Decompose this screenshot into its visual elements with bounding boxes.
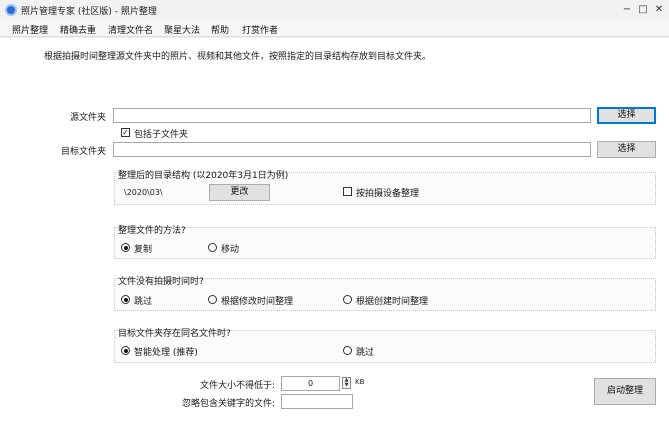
target-folder-input[interactable] (113, 142, 591, 157)
duplicate-heading: 目标文件夹存在同名文件时? (118, 329, 231, 339)
no-time-skip-label: 跳过 (134, 297, 153, 307)
min-size-value: 0 (307, 379, 314, 388)
duplicate-smart-label: 智能处理 (推荐) (134, 348, 198, 358)
no-time-modified-radio[interactable] (208, 295, 217, 304)
menu-item-photo-organize[interactable]: 照片整理 (12, 23, 48, 36)
min-size-stepper[interactable]: ▲ ▼ (342, 377, 351, 389)
change-structure-button[interactable]: 更改 (209, 184, 270, 201)
close-icon[interactable]: ✕ (652, 3, 666, 16)
no-time-skip-radio[interactable] (121, 295, 130, 304)
app-icon (5, 4, 17, 16)
include-subfolders-label: 包括子文件夹 (134, 130, 189, 140)
duplicate-skip-radio[interactable] (343, 346, 352, 355)
source-folder-label: 源文件夹 (69, 113, 106, 123)
start-organize-button[interactable]: 启动整理 (594, 378, 656, 405)
menu-item-donate[interactable]: 打赏作者 (242, 23, 278, 36)
source-browse-button[interactable]: 选择 (597, 107, 656, 124)
menu-item-exact-dedupe[interactable]: 精确去重 (60, 23, 96, 36)
structure-example: \2020\03\ (124, 188, 163, 197)
menu-item-help[interactable]: 帮助 (211, 23, 229, 36)
method-copy-radio[interactable] (121, 243, 130, 252)
duplicate-smart-radio[interactable] (121, 346, 130, 355)
structure-heading: 整理后的目录结构 (以2020年3月1日为例) (118, 171, 289, 181)
window-title: 照片管理专家 (社区版) - 照片整理 (21, 7, 157, 17)
main-panel: 根据拍摄时间整理源文件夹中的照片、视频和其他文件，按照指定的目录结构存放到目标文… (0, 38, 669, 428)
min-size-unit: KB (355, 378, 365, 386)
menu-bar: 照片整理 精确去重 清理文件名 聚星大法 帮助 打赏作者 (0, 20, 669, 37)
method-group (114, 227, 656, 259)
method-copy-label: 复制 (134, 245, 153, 255)
ignore-keyword-input[interactable] (281, 394, 353, 409)
target-browse-button[interactable]: 选择 (597, 141, 656, 158)
minimize-icon[interactable]: − (620, 3, 634, 16)
method-move-label: 移动 (221, 245, 240, 255)
ignore-keyword-label: 忽略包含关键字的文件: (181, 399, 275, 409)
min-size-label: 文件大小不得低于: (199, 381, 275, 391)
title-bar: 照片管理专家 (社区版) - 照片整理 − □ ✕ (0, 0, 669, 20)
by-device-label: 按拍摄设备整理 (356, 189, 420, 199)
min-size-input[interactable]: 0 (281, 376, 340, 391)
target-folder-label: 目标文件夹 (60, 147, 106, 157)
source-folder-input[interactable] (113, 108, 591, 123)
no-time-created-label: 根据创建时间整理 (356, 297, 429, 307)
menu-item-star-gather[interactable]: 聚星大法 (164, 23, 200, 36)
by-device-checkbox[interactable] (343, 187, 352, 196)
no-time-heading: 文件没有拍摄时间时? (118, 277, 204, 287)
description-text: 根据拍摄时间整理源文件夹中的照片、视频和其他文件，按照指定的目录结构存放到目标文… (44, 52, 432, 62)
method-move-radio[interactable] (208, 243, 217, 252)
maximize-icon[interactable]: □ (636, 3, 650, 16)
no-time-modified-label: 根据修改时间整理 (221, 297, 294, 307)
no-time-created-radio[interactable] (343, 295, 352, 304)
include-subfolders-checkbox[interactable]: ✓ (121, 128, 130, 137)
method-heading: 整理文件的方法? (118, 226, 186, 236)
duplicate-skip-label: 跳过 (356, 348, 375, 358)
menu-item-clean-filename[interactable]: 清理文件名 (108, 23, 153, 36)
